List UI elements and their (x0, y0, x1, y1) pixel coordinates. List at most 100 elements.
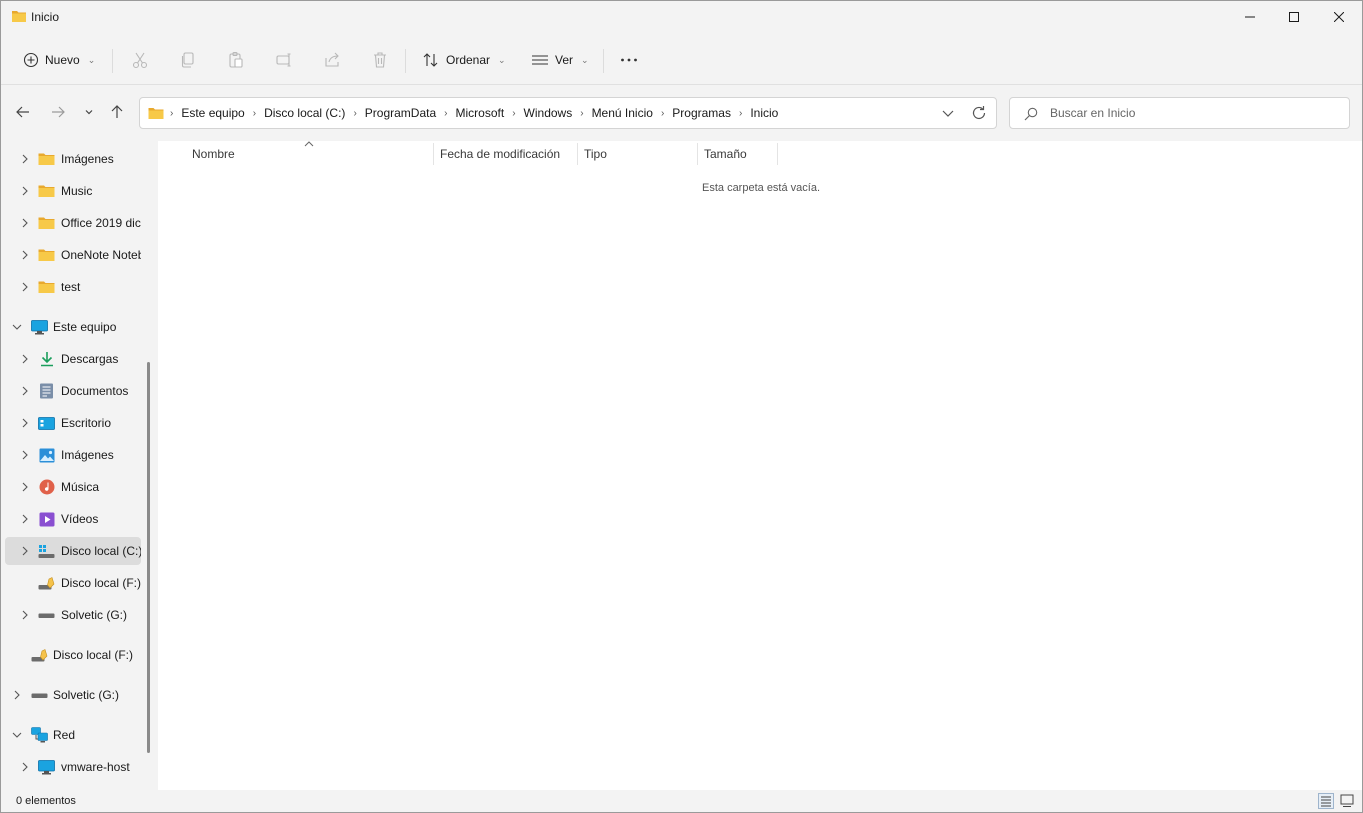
cut-button[interactable] (123, 45, 157, 75)
folder-icon (38, 183, 55, 199)
sidebar-item-pictures-folder[interactable]: Imágenes (5, 145, 141, 173)
chevron-right-icon[interactable] (19, 761, 31, 773)
sidebar-item-network[interactable]: Red (5, 721, 141, 749)
chevron-right-icon[interactable]: › (739, 108, 742, 119)
sidebar-item-label: Este equipo (53, 320, 117, 334)
rename-button[interactable] (267, 45, 301, 75)
sidebar-item-downloads[interactable]: Descargas (5, 345, 141, 373)
chevron-right-icon[interactable] (19, 385, 31, 397)
column-header-date-modified[interactable]: Fecha de modificación (440, 141, 560, 167)
chevron-right-icon[interactable] (19, 449, 31, 461)
sidebar-scrollbar[interactable] (147, 362, 150, 753)
videos-icon (38, 511, 55, 527)
sidebar-item-documents[interactable]: Documentos (5, 377, 141, 405)
chevron-right-icon[interactable] (19, 609, 31, 621)
back-button[interactable] (9, 98, 37, 126)
up-button[interactable] (103, 98, 131, 126)
column-divider[interactable] (433, 143, 434, 165)
more-options-button[interactable] (612, 45, 646, 75)
chevron-right-icon[interactable] (19, 153, 31, 165)
chevron-right-icon[interactable] (19, 481, 31, 493)
sidebar-item-drive-g[interactable]: Solvetic (G:) (5, 601, 141, 629)
sidebar-item-videos[interactable]: Vídeos (5, 505, 141, 533)
sidebar-item-music[interactable]: Música (5, 473, 141, 501)
delete-button[interactable] (363, 45, 397, 75)
folder-icon (12, 11, 26, 22)
chevron-right-icon[interactable]: › (661, 108, 664, 119)
column-header-name[interactable]: Nombre (192, 141, 235, 167)
column-divider[interactable] (697, 143, 698, 165)
chevron-right-icon[interactable] (19, 185, 31, 197)
refresh-icon[interactable] (970, 104, 988, 122)
sidebar-item-drive-c[interactable]: Disco local (C:) (5, 537, 141, 565)
chevron-down-icon[interactable] (940, 105, 956, 121)
sidebar-item-onenote-folder[interactable]: OneNote Notebooks (5, 241, 141, 269)
file-list-pane[interactable]: Nombre Fecha de modificación Tipo Tamaño… (158, 141, 1362, 790)
sidebar-item-label: test (61, 280, 81, 294)
column-divider[interactable] (577, 143, 578, 165)
copy-button[interactable] (171, 45, 205, 75)
maximize-icon (1289, 12, 1299, 22)
chevron-down-icon[interactable] (11, 729, 23, 741)
sidebar-item-drive-f[interactable]: Disco local (F:) (5, 569, 141, 597)
breadcrumb-item[interactable]: Programas (672, 106, 731, 120)
large-icons-view-icon[interactable] (1339, 793, 1355, 809)
column-divider[interactable] (777, 143, 778, 165)
breadcrumb-item[interactable]: Windows (524, 106, 573, 120)
chevron-right-icon[interactable]: › (253, 108, 256, 119)
breadcrumb-item[interactable]: Disco local (C:) (264, 106, 345, 120)
sidebar-item-vmware-host[interactable]: vmware-host (5, 753, 141, 781)
chevron-right-icon[interactable] (19, 545, 31, 557)
share-button[interactable] (315, 45, 349, 75)
chevron-right-icon[interactable]: › (170, 108, 173, 119)
chevron-right-icon[interactable] (11, 689, 23, 701)
address-bar[interactable]: › Este equipo › Disco local (C:) › ProgramDat… (139, 97, 997, 129)
breadcrumb-item[interactable]: Menú Inicio (592, 106, 653, 120)
chevron-right-icon[interactable]: › (444, 108, 447, 119)
breadcrumb-item[interactable]: Este equipo (181, 106, 244, 120)
delete-icon (374, 52, 386, 68)
chevron-right-icon[interactable]: › (580, 108, 583, 119)
chevron-right-icon[interactable] (19, 281, 31, 293)
details-view-icon[interactable] (1318, 793, 1334, 809)
folder-icon (38, 279, 55, 295)
search-input[interactable] (1050, 103, 1340, 123)
title-bar[interactable]: Inicio (1, 1, 1362, 33)
sidebar-item-desktop[interactable]: Escritorio (5, 409, 141, 437)
chevron-right-icon[interactable] (19, 249, 31, 261)
view-icon (532, 55, 548, 65)
minimize-button[interactable] (1227, 1, 1273, 33)
view-button[interactable]: Ver ⌄ (523, 45, 597, 75)
search-box[interactable] (1009, 97, 1350, 129)
arrow-right-icon (52, 106, 65, 118)
sidebar-item-drive-f-root[interactable]: Disco local (F:) (5, 641, 141, 669)
new-button[interactable]: Nuevo ⌄ (15, 45, 103, 75)
column-header-type[interactable]: Tipo (584, 141, 607, 167)
navigation-pane[interactable]: Imágenes Music Office 2019 dic OneNote N… (1, 141, 158, 790)
breadcrumb-item[interactable]: ProgramData (365, 106, 436, 120)
chevron-right-icon[interactable] (19, 217, 31, 229)
breadcrumb-item[interactable]: Microsoft (456, 106, 505, 120)
chevron-right-icon[interactable]: › (512, 108, 515, 119)
sidebar-item-test-folder[interactable]: test (5, 273, 141, 301)
computer-icon (38, 759, 55, 775)
sidebar-item-this-pc[interactable]: Este equipo (5, 313, 141, 341)
close-button[interactable] (1316, 1, 1362, 33)
sidebar-item-pictures[interactable]: Imágenes (5, 441, 141, 469)
chevron-right-icon[interactable] (19, 513, 31, 525)
chevron-right-icon[interactable] (19, 417, 31, 429)
sidebar-item-office-folder[interactable]: Office 2019 dic (5, 209, 141, 237)
chevron-down-icon[interactable] (11, 321, 23, 333)
chevron-right-icon[interactable]: › (353, 108, 356, 119)
breadcrumb-item[interactable]: Inicio (750, 106, 778, 120)
recent-locations-button[interactable] (75, 98, 103, 126)
sidebar-item-drive-g-root[interactable]: Solvetic (G:) (5, 681, 141, 709)
forward-button[interactable] (44, 98, 72, 126)
sidebar-item-music-folder[interactable]: Music (5, 177, 141, 205)
share-icon (325, 52, 339, 67)
column-header-size[interactable]: Tamaño (704, 141, 747, 167)
paste-button[interactable] (219, 45, 253, 75)
maximize-button[interactable] (1271, 1, 1317, 33)
chevron-right-icon[interactable] (19, 353, 31, 365)
sort-button[interactable]: Ordenar ⌄ (414, 45, 514, 75)
